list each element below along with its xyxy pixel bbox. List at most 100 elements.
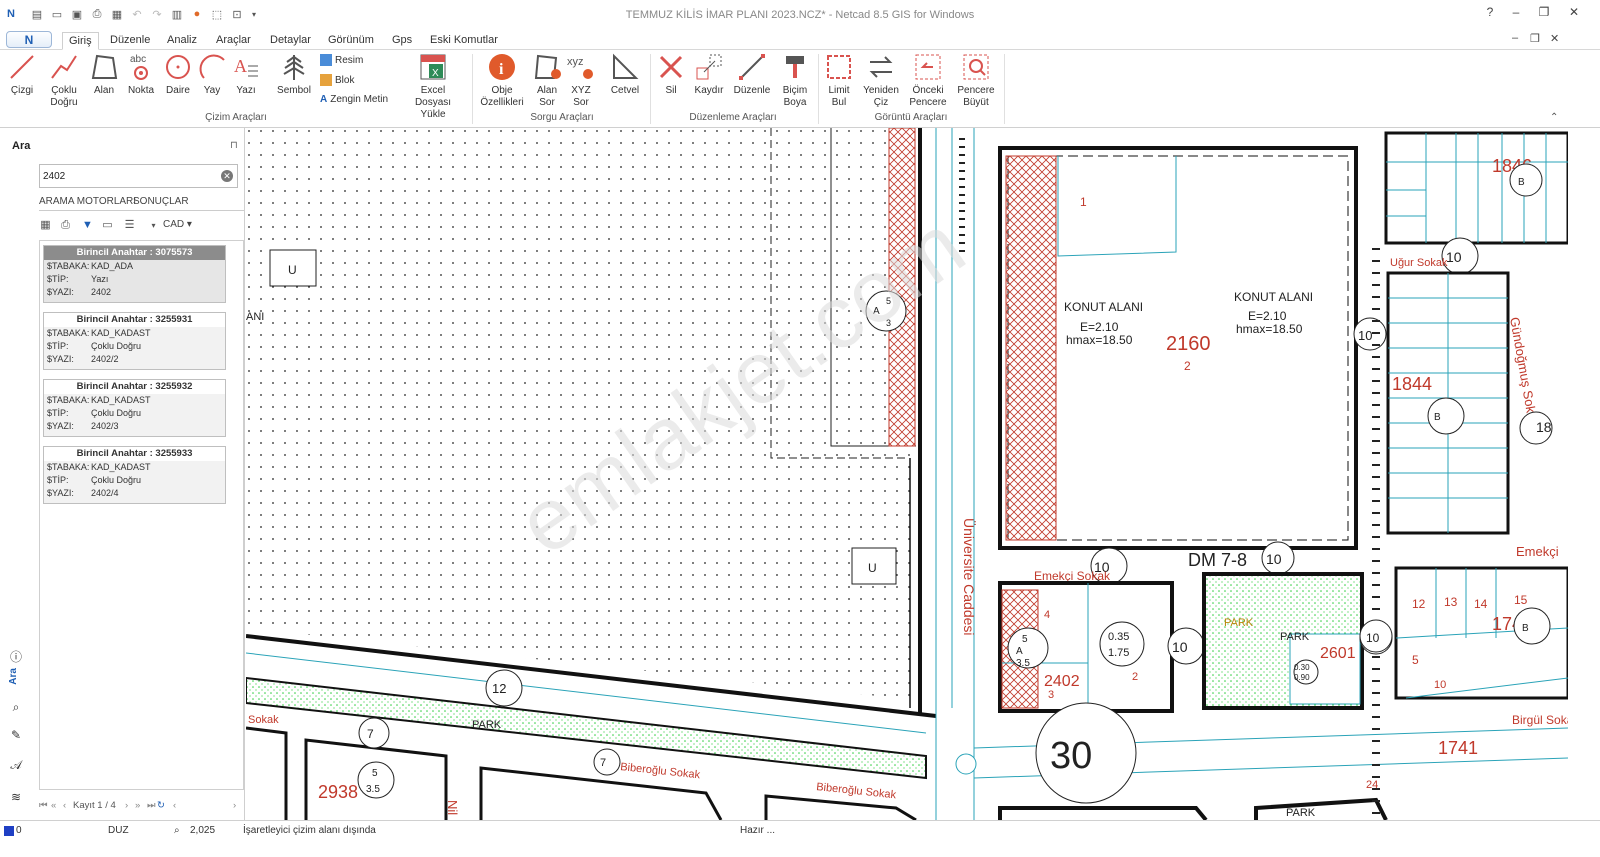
duzenle-button[interactable]: Düzenle [732, 52, 772, 97]
tab-arama-motorlari[interactable]: ARAMA MOTORLARI [39, 196, 136, 207]
tab-sonuclar[interactable]: SONUÇLAR [133, 196, 189, 207]
yay-button[interactable]: Yay [198, 52, 226, 97]
collapse-ribbon-icon[interactable]: ⌃ [1550, 112, 1558, 123]
road-width: 10 [1366, 631, 1380, 645]
plan-code: 5 [1022, 634, 1028, 645]
zone-far: E=2.10 [1080, 320, 1119, 334]
status-mode[interactable]: DUZ [108, 825, 129, 836]
pager: ⏮ « ‹ Kayıt 1 / 4 › » ⏭ ↻ ‹ › [39, 798, 244, 816]
next-page-icon[interactable]: › [125, 800, 128, 811]
prev-set-icon[interactable]: « [51, 800, 56, 811]
zone-far: E=2.10 [1248, 309, 1287, 323]
yazi-button[interactable]: A Yazı [230, 52, 262, 97]
nokta-button[interactable]: abc Nokta [124, 52, 158, 97]
result-item[interactable]: Birincil Anahtar : 3255931 $TABAKA: KAD_K… [43, 312, 226, 370]
zengin-metin-button[interactable]: A Zengin Metin [320, 94, 388, 105]
daire-label: Daire [166, 85, 190, 96]
first-page-icon[interactable]: ⏮ [39, 800, 48, 811]
zone-height: hmax=18.50 [1236, 322, 1303, 336]
result-item[interactable]: Birincil Anahtar : 3255932 $TABAKA: KAD_K… [43, 379, 226, 437]
limit-bul-button[interactable]: Limit Bul [824, 52, 854, 109]
nokta-label: Nokta [127, 85, 155, 96]
mdi-close-button[interactable]: ✕ [1550, 32, 1559, 45]
prev-page-icon[interactable]: ‹ [63, 800, 66, 811]
alan-sor-button[interactable]: Alan Sor [532, 52, 562, 109]
pin-icon[interactable]: ⊓ [230, 140, 238, 151]
resim-label: Resim [335, 54, 364, 66]
tool-icon[interactable]: ✎ [8, 728, 24, 744]
resim-button[interactable]: Resim [320, 54, 363, 66]
list-icon[interactable]: ☰ [123, 219, 136, 232]
alan-button[interactable]: Alan [88, 52, 120, 97]
tab-gps[interactable]: Gps [386, 32, 418, 50]
cetvel-button[interactable]: Cetvel [608, 52, 642, 97]
text-style-icon[interactable]: 𝒜 [8, 758, 24, 774]
minimize-button[interactable]: – [1502, 5, 1530, 23]
coklu-dogru-button[interactable]: Çoklu Doğru [44, 52, 84, 109]
onceki-pencere-button[interactable]: Önceki Pencere [906, 52, 950, 109]
result-yazi: 2402/2 [91, 354, 119, 364]
park-label: PARK [1286, 807, 1316, 819]
search-field[interactable]: ✕ [39, 164, 238, 188]
park-label: PARK [1224, 617, 1254, 629]
last-page-icon[interactable]: ⏭ [147, 800, 156, 811]
layers-icon[interactable]: ≋ [8, 790, 24, 806]
mdi-minimize-button[interactable]: – [1512, 32, 1518, 44]
tab-eski-komutlar[interactable]: Eski Komutlar [424, 32, 504, 50]
search-input[interactable] [40, 165, 210, 187]
zoom-limits-icon [827, 55, 851, 79]
filter-icon[interactable]: ▼ [81, 219, 94, 232]
tab-giris[interactable]: Giriş [62, 32, 99, 50]
blok-button[interactable]: Blok [320, 74, 354, 86]
tab-analiz[interactable]: Analiz [161, 32, 203, 50]
next-set-icon[interactable]: » [135, 800, 140, 811]
excel-icon: X [420, 54, 446, 80]
parcel-number: 3 [1048, 689, 1054, 701]
restore-button[interactable]: ❐ [1530, 5, 1558, 23]
map-canvas[interactable]: U U ANI A 5 3 12 7 7 Sokak PARK Biberoğl… [246, 128, 1568, 820]
area-label: ANI [246, 311, 264, 323]
xyz-sor-button[interactable]: xyz XYZ Sor [566, 52, 596, 109]
help-button[interactable]: ? [1476, 5, 1504, 23]
clear-search-icon[interactable]: ✕ [221, 170, 233, 182]
table-icon[interactable]: ▦ [39, 219, 52, 232]
cad-dropdown[interactable]: CAD ▾ [163, 219, 192, 230]
cizgi-button[interactable]: Çizgi [6, 52, 38, 97]
refresh-icon[interactable]: ↻ [157, 800, 165, 811]
pencere-buyut-button[interactable]: Pencere Büyüt [954, 52, 998, 109]
scroll-left-icon[interactable]: ‹ [173, 800, 176, 811]
scroll-right-icon[interactable]: › [233, 800, 236, 811]
dotted-zone [246, 128, 916, 700]
yeniden-ciz-button[interactable]: Yeniden Çiz [862, 52, 900, 109]
print-icon[interactable]: ⎙ [59, 219, 72, 232]
tab-gorunum[interactable]: Görünüm [322, 32, 380, 50]
sembol-button[interactable]: Sembol [274, 52, 314, 97]
app-menu-button[interactable]: N [6, 31, 52, 48]
status-message: İşaretleyici çizim alanı dışında [243, 825, 376, 836]
status-layer[interactable]: 0 [16, 825, 22, 836]
yay-label: Yay [203, 85, 221, 96]
bicim-boya-button[interactable]: Biçim Boya [778, 52, 812, 109]
status-scale[interactable]: 2,025 [190, 825, 215, 836]
obje-ozellikleri-button[interactable]: i Obje Özellikleri [480, 52, 524, 109]
result-item[interactable]: Birincil Anahtar : 3075573 $TABAKA: KAD_A… [43, 245, 226, 303]
monitor-icon[interactable]: ▭ [101, 219, 114, 232]
tab-duzenle[interactable]: Düzenle [104, 32, 156, 50]
result-item[interactable]: Birincil Anahtar : 3255933 $TABAKA: KAD_K… [43, 446, 226, 504]
search-icon[interactable]: ⌕ [8, 700, 24, 716]
info-icon[interactable]: ⓘ [8, 648, 24, 664]
sil-button[interactable]: Sil [656, 52, 686, 97]
field-label: $YAZI: [47, 354, 74, 364]
close-button[interactable]: ✕ [1560, 5, 1588, 23]
dock-tab-ara[interactable]: Ara [8, 668, 24, 685]
options-dropdown-icon[interactable]: ▾ [147, 219, 160, 232]
mdi-restore-button[interactable]: ❐ [1530, 32, 1540, 45]
tab-araclar[interactable]: Araçlar [210, 32, 257, 50]
daire-button[interactable]: Daire [162, 52, 194, 97]
cad-drawing[interactable]: U U ANI A 5 3 12 7 7 Sokak PARK Biberoğl… [246, 128, 1568, 820]
kaydir-button[interactable]: Kaydır [692, 52, 726, 97]
excel-yukle-button[interactable]: X Excel Dosyası Yükle [402, 52, 464, 121]
parcel-number: 2 [1184, 359, 1191, 373]
tab-detaylar[interactable]: Detaylar [264, 32, 317, 50]
plan-code: 3.5 [1016, 658, 1030, 669]
